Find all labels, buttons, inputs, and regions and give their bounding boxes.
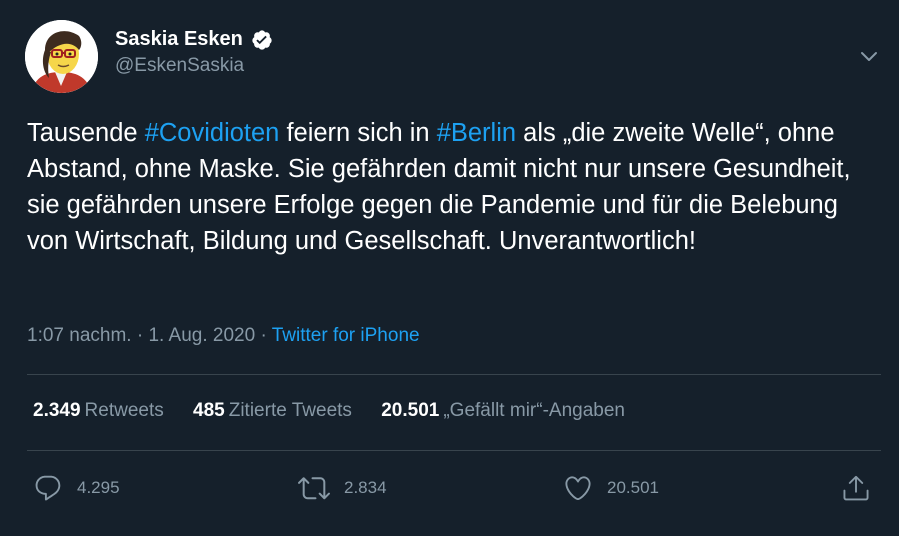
- retweet-button[interactable]: 2.834: [298, 470, 387, 506]
- likes-label: „Gefällt mir“-Angaben: [443, 400, 625, 421]
- quote-tweets-stat[interactable]: 485 Zitierte Tweets: [193, 400, 352, 422]
- quote-tweets-count: 485: [193, 400, 225, 421]
- author-info: Saskia Esken @EskenSaskia: [115, 28, 273, 77]
- retweet-count: 2.834: [344, 478, 387, 497]
- tweet-header: Saskia Esken @EskenSaskia: [25, 18, 885, 98]
- quote-tweets-label: Zitierte Tweets: [228, 400, 352, 421]
- reply-count: 4.295: [77, 478, 120, 497]
- likes-stat[interactable]: 20.501 „Gefällt mir“-Angaben: [381, 400, 625, 422]
- engagement-stats: 2.349 Retweets 485 Zitierte Tweets 20.501 „…: [33, 400, 649, 422]
- display-name[interactable]: Saskia Esken: [115, 28, 243, 51]
- likes-count: 20.501: [381, 400, 440, 421]
- retweets-label: Retweets: [84, 400, 164, 421]
- separator: ·: [136, 325, 144, 346]
- avatar[interactable]: [25, 20, 98, 93]
- share-button[interactable]: [841, 470, 871, 506]
- retweets-count: 2.349: [33, 400, 81, 421]
- hashtag-covidioten-link[interactable]: #Covidioten: [145, 119, 280, 147]
- retweet-icon: [298, 477, 330, 500]
- tweet-text-segment: Tausende: [27, 119, 145, 147]
- separator: ·: [260, 325, 267, 346]
- like-button[interactable]: 20.501: [563, 470, 659, 506]
- reply-icon: [35, 475, 61, 501]
- tweet-text-segment: feiern sich in: [279, 119, 437, 147]
- user-handle[interactable]: @EskenSaskia: [115, 55, 273, 77]
- share-icon: [843, 475, 869, 501]
- tweet-metadata: 1:07 nachm. · 1. Aug. 2020 · Twitter for…: [27, 325, 420, 347]
- retweets-stat[interactable]: 2.349 Retweets: [33, 400, 164, 422]
- tweet-actions-bar: 4.295 2.834 20.501: [33, 470, 873, 506]
- verified-badge-icon: [251, 29, 273, 51]
- avatar-image: [25, 20, 98, 93]
- like-count: 20.501: [607, 478, 659, 497]
- tweet-text: Tausende #Covidioten feiern sich in #Ber…: [27, 115, 877, 259]
- tweet-date[interactable]: 1. Aug. 2020: [148, 325, 255, 346]
- divider: [27, 450, 881, 451]
- tweet-source-link[interactable]: Twitter for iPhone: [272, 325, 420, 346]
- divider: [27, 374, 881, 375]
- heart-icon: [565, 476, 591, 501]
- hashtag-berlin-link[interactable]: #Berlin: [437, 119, 516, 147]
- reply-button[interactable]: 4.295: [33, 470, 120, 506]
- more-options-chevron-down-icon[interactable]: [857, 44, 881, 68]
- tweet-time[interactable]: 1:07 nachm.: [27, 325, 132, 346]
